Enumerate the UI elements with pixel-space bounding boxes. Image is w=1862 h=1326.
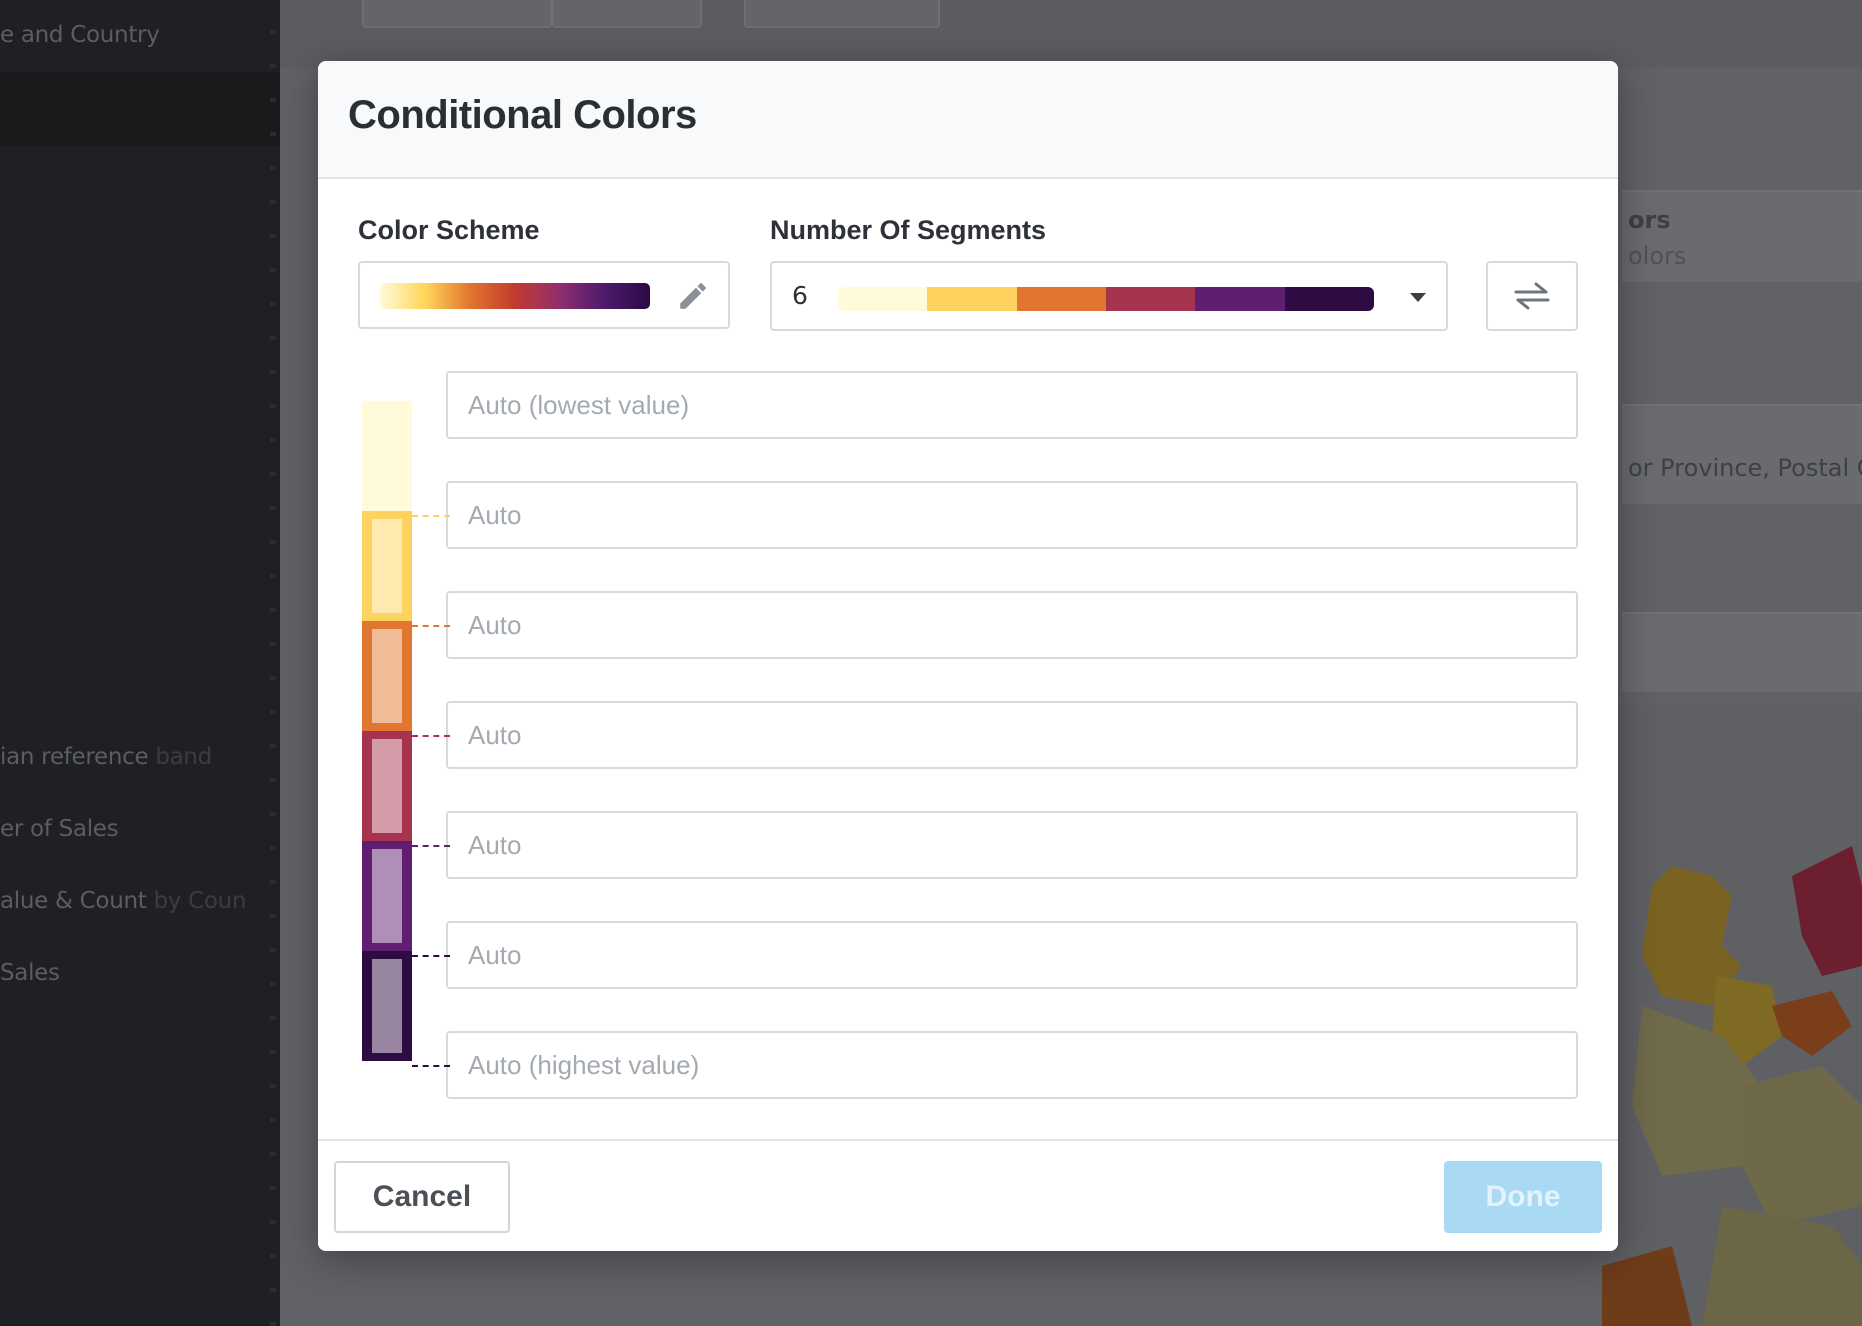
strip-segment-inner (372, 739, 402, 833)
strip-segment-inner (372, 629, 402, 723)
conditional-colors-dialog: Conditional Colors Color Scheme Number O… (318, 61, 1618, 1251)
copy-button[interactable] (552, 0, 702, 28)
strip-segment (362, 621, 412, 731)
segments-label: Number Of Segments (770, 215, 1047, 245)
right-panel-card: ors olors (1622, 190, 1862, 282)
caret-down-icon (1410, 293, 1426, 302)
threshold-input[interactable] (446, 1031, 1578, 1099)
dialog-body: Color Scheme Number Of Segments 6 (318, 179, 1618, 1139)
reverse-colors-button[interactable] (1486, 261, 1578, 331)
threshold-input[interactable] (446, 371, 1578, 439)
threshold-input[interactable] (446, 701, 1578, 769)
done-button[interactable]: Done (1444, 1161, 1602, 1233)
threshold-connector (412, 625, 450, 627)
strip-segment (362, 841, 412, 951)
strip-segment (362, 401, 412, 511)
sidebar-item[interactable]: er of Sales (0, 816, 119, 842)
sidebar-item[interactable]: e and Country (0, 22, 160, 48)
strip-segment-inner (372, 519, 402, 613)
threshold-connector (412, 1065, 450, 1067)
segment-color (1284, 287, 1374, 311)
threshold-connector (412, 845, 450, 847)
segment-color (1105, 287, 1196, 311)
sidebar-scroll-ticks (270, 0, 276, 1326)
background-map (1602, 706, 1862, 1326)
cancel-button[interactable]: Cancel (334, 1161, 510, 1233)
threshold-input[interactable] (446, 811, 1578, 879)
segment-color (927, 287, 1017, 311)
app-sidebar: e and Country ian reference band er of S… (0, 0, 280, 1326)
dialog-footer: Cancel Done (318, 1139, 1618, 1251)
strip-segment (362, 731, 412, 841)
sidebar-item[interactable]: Sales (0, 960, 60, 986)
threshold-input[interactable] (446, 921, 1578, 989)
move-button[interactable] (362, 0, 552, 28)
segment-color (838, 287, 928, 311)
dialog-title: Conditional Colors (348, 93, 697, 137)
swap-arrows-icon (1514, 282, 1550, 310)
threshold-connector (412, 955, 450, 957)
strip-segment-inner (372, 959, 402, 1053)
segments-count: 6 (792, 281, 808, 310)
threshold-input[interactable] (446, 481, 1578, 549)
strip-segment-inner (372, 849, 402, 943)
segment-color (1016, 287, 1106, 311)
threshold-input[interactable] (446, 591, 1578, 659)
app-toolbar (280, 0, 1862, 68)
color-scheme-label: Color Scheme (358, 215, 540, 245)
color-scheme-gradient (380, 283, 650, 309)
right-panel-card: or Province, Postal Co (1622, 404, 1862, 504)
segment-color (1195, 287, 1285, 311)
strip-segment (362, 951, 412, 1061)
sidebar-selected-row (0, 72, 280, 146)
right-panel-card (1622, 612, 1862, 692)
pencil-icon[interactable] (676, 279, 710, 313)
delete-button[interactable] (744, 0, 940, 28)
threshold-connector (412, 515, 450, 517)
threshold-connector (412, 735, 450, 737)
segments-select[interactable]: 6 (770, 261, 1448, 331)
dialog-header: Conditional Colors (318, 61, 1618, 179)
color-scheme-picker[interactable] (358, 261, 730, 329)
sidebar-item[interactable]: ian reference band (0, 744, 212, 770)
strip-segment (362, 511, 412, 621)
sidebar-item[interactable]: alue & Count by Coun (0, 888, 247, 914)
segment-color-strip (362, 401, 412, 1065)
segments-color-bar (838, 287, 1374, 311)
